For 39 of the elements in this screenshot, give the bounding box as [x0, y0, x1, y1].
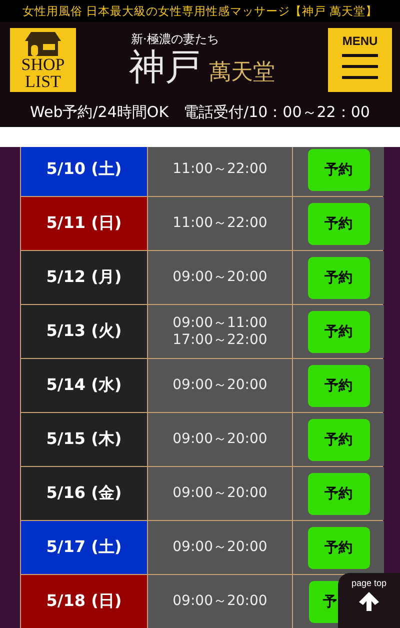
date-cell: 5/18 (日) [21, 575, 148, 628]
top-banner-text: 女性用風俗 日本最大級の女性専用性感マッサージ【神戸 萬天堂】 [22, 4, 378, 18]
menu-button[interactable]: MENU [328, 28, 392, 92]
hours-text: 09:00～20:00 [172, 485, 268, 502]
reserve-button[interactable]: 予約 [308, 202, 370, 244]
reserve-button[interactable]: 予約 [308, 418, 370, 460]
reserve-button[interactable]: 予約 [308, 526, 370, 568]
reserve-button[interactable]: 予約 [308, 472, 370, 514]
hours-text: 17:00～22:00 [172, 332, 268, 348]
date-cell: 5/16 (金) [21, 467, 148, 520]
reserve-button[interactable]: 予 [309, 580, 339, 622]
hours-text: 09:00～20:00 [172, 431, 268, 448]
date-cell: 5/12 (月) [21, 251, 148, 304]
logo-city: 神戸 [129, 48, 201, 88]
logo-name: 萬天堂 [209, 59, 275, 87]
date-cell: 5/15 (木) [21, 413, 148, 466]
date-cell: 5/14 (水) [21, 359, 148, 412]
up-arrow-icon [358, 590, 380, 612]
hours-text: 11:00～22:00 [172, 215, 268, 232]
date-cell: 5/11 (日) [21, 197, 148, 250]
hours-text: 09:00～11:00 [172, 314, 268, 332]
house-icon [23, 30, 63, 56]
reserve-button[interactable]: 予約 [308, 148, 370, 190]
page-top-button[interactable]: page top [338, 573, 400, 628]
shop-list-button[interactable]: SHOP LIST [10, 28, 76, 92]
menu-icon [342, 52, 378, 82]
logo-tagline: 新·極濃の妻たち [131, 31, 219, 48]
date-cell: 5/10 (土) [21, 147, 148, 196]
reserve-button[interactable]: 予約 [308, 256, 370, 298]
hours-text: 09:00～20:00 [172, 377, 268, 394]
hours-text: 11:00～22:00 [172, 161, 268, 178]
hours-text: 09:00～20:00 [172, 539, 268, 556]
date-cell: 5/17 (土) [21, 521, 148, 574]
hours-text: 09:00～20:00 [172, 593, 268, 610]
reservation-hours-text: Web予約/24時間OK 電話受付/10：00～22：00 [30, 102, 370, 122]
reserve-button[interactable]: 予約 [308, 364, 370, 406]
reserve-button[interactable]: 予約 [308, 310, 370, 352]
date-cell: 5/13 (火) [21, 305, 148, 358]
hours-text: 09:00～20:00 [172, 269, 268, 286]
